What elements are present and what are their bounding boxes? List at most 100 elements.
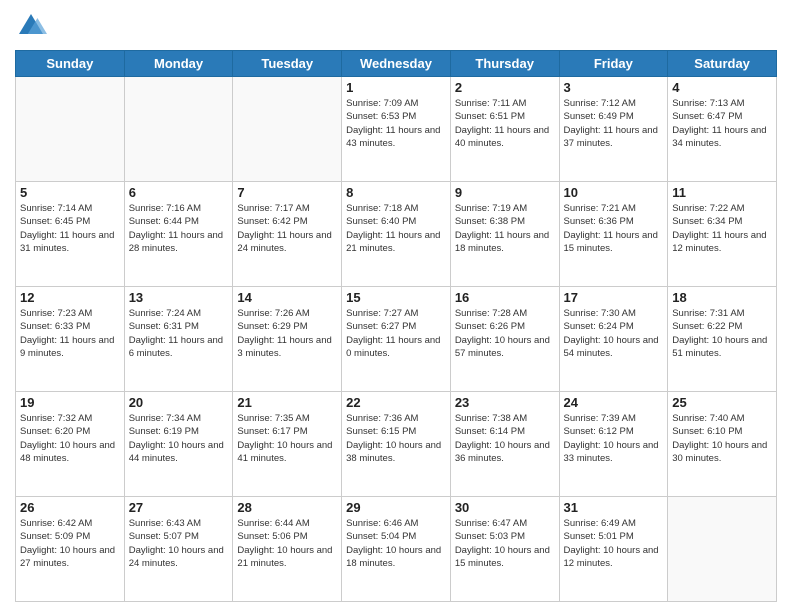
day-cell: 22 Sunrise: 7:36 AMSunset: 6:15 PMDayligh…	[342, 392, 451, 497]
day-cell: 7 Sunrise: 7:17 AMSunset: 6:42 PMDaylight…	[233, 182, 342, 287]
week-row-5: 26 Sunrise: 6:42 AMSunset: 5:09 PMDayligh…	[16, 497, 777, 602]
day-cell: 11 Sunrise: 7:22 AMSunset: 6:34 PMDayligh…	[668, 182, 777, 287]
day-info: Sunrise: 7:40 AMSunset: 6:10 PMDaylight:…	[672, 412, 772, 465]
day-number: 6	[129, 185, 229, 200]
day-cell: 17Sunrise: 7:30 AMSunset: 6:24 PMDayligh…	[559, 287, 668, 392]
day-cell: 1 Sunrise: 7:09 AMSunset: 6:53 PMDaylight…	[342, 77, 451, 182]
day-info: Sunrise: 6:46 AMSunset: 5:04 PMDaylight:…	[346, 517, 446, 570]
day-number: 13	[129, 290, 229, 305]
logo-icon	[15, 10, 47, 42]
day-number: 20	[129, 395, 229, 410]
day-info: Sunrise: 6:44 AMSunset: 5:06 PMDaylight:…	[237, 517, 337, 570]
day-cell: 9 Sunrise: 7:19 AMSunset: 6:38 PMDaylight…	[450, 182, 559, 287]
day-number: 24	[564, 395, 664, 410]
day-cell: 6Sunrise: 7:16 AMSunset: 6:44 PMDaylight…	[124, 182, 233, 287]
day-info: Sunrise: 7:31 AMSunset: 6:22 PMDaylight:…	[672, 307, 772, 360]
day-cell	[668, 497, 777, 602]
day-number: 21	[237, 395, 337, 410]
day-info: Sunrise: 7:14 AMSunset: 6:45 PMDaylight:…	[20, 202, 120, 255]
day-cell: 18Sunrise: 7:31 AMSunset: 6:22 PMDayligh…	[668, 287, 777, 392]
day-info: Sunrise: 7:13 AMSunset: 6:47 PMDaylight:…	[672, 97, 772, 150]
header	[15, 10, 777, 42]
day-info: Sunrise: 7:19 AMSunset: 6:38 PMDaylight:…	[455, 202, 555, 255]
day-number: 11	[672, 185, 772, 200]
day-number: 26	[20, 500, 120, 515]
day-info: Sunrise: 7:12 AMSunset: 6:49 PMDaylight:…	[564, 97, 664, 150]
day-info: Sunrise: 7:21 AMSunset: 6:36 PMDaylight:…	[564, 202, 664, 255]
day-info: Sunrise: 7:38 AMSunset: 6:14 PMDaylight:…	[455, 412, 555, 465]
day-info: Sunrise: 7:23 AMSunset: 6:33 PMDaylight:…	[20, 307, 120, 360]
day-info: Sunrise: 7:34 AMSunset: 6:19 PMDaylight:…	[129, 412, 229, 465]
week-row-4: 19 Sunrise: 7:32 AMSunset: 6:20 PMDayligh…	[16, 392, 777, 497]
weekday-header-sunday: Sunday	[16, 51, 125, 77]
day-number: 2	[455, 80, 555, 95]
day-number: 19	[20, 395, 120, 410]
weekday-header-row: SundayMondayTuesdayWednesdayThursdayFrid…	[16, 51, 777, 77]
week-row-1: 1 Sunrise: 7:09 AMSunset: 6:53 PMDaylight…	[16, 77, 777, 182]
day-info: Sunrise: 7:30 AMSunset: 6:24 PMDaylight:…	[564, 307, 664, 360]
week-row-2: 5Sunrise: 7:14 AMSunset: 6:45 PMDaylight…	[16, 182, 777, 287]
day-info: Sunrise: 6:49 AMSunset: 5:01 PMDaylight:…	[564, 517, 664, 570]
day-cell: 14 Sunrise: 7:26 AMSunset: 6:29 PMDayligh…	[233, 287, 342, 392]
day-cell: 20 Sunrise: 7:34 AMSunset: 6:19 PMDayligh…	[124, 392, 233, 497]
weekday-header-thursday: Thursday	[450, 51, 559, 77]
day-cell: 10 Sunrise: 7:21 AMSunset: 6:36 PMDayligh…	[559, 182, 668, 287]
weekday-header-tuesday: Tuesday	[233, 51, 342, 77]
day-number: 16	[455, 290, 555, 305]
day-info: Sunrise: 7:26 AMSunset: 6:29 PMDaylight:…	[237, 307, 337, 360]
day-info: Sunrise: 7:17 AMSunset: 6:42 PMDaylight:…	[237, 202, 337, 255]
day-cell: 25 Sunrise: 7:40 AMSunset: 6:10 PMDayligh…	[668, 392, 777, 497]
day-number: 3	[564, 80, 664, 95]
weekday-header-friday: Friday	[559, 51, 668, 77]
day-cell: 29 Sunrise: 6:46 AMSunset: 5:04 PMDayligh…	[342, 497, 451, 602]
day-number: 7	[237, 185, 337, 200]
day-number: 22	[346, 395, 446, 410]
day-cell	[233, 77, 342, 182]
day-number: 1	[346, 80, 446, 95]
day-number: 9	[455, 185, 555, 200]
day-cell: 27 Sunrise: 6:43 AMSunset: 5:07 PMDayligh…	[124, 497, 233, 602]
day-number: 23	[455, 395, 555, 410]
day-info: Sunrise: 7:09 AMSunset: 6:53 PMDaylight:…	[346, 97, 446, 150]
day-number: 27	[129, 500, 229, 515]
day-info: Sunrise: 7:36 AMSunset: 6:15 PMDaylight:…	[346, 412, 446, 465]
day-cell: 5Sunrise: 7:14 AMSunset: 6:45 PMDaylight…	[16, 182, 125, 287]
day-number: 28	[237, 500, 337, 515]
page: SundayMondayTuesdayWednesdayThursdayFrid…	[0, 0, 792, 612]
day-cell: 13 Sunrise: 7:24 AMSunset: 6:31 PMDayligh…	[124, 287, 233, 392]
day-cell: 31 Sunrise: 6:49 AMSunset: 5:01 PMDayligh…	[559, 497, 668, 602]
calendar-table: SundayMondayTuesdayWednesdayThursdayFrid…	[15, 50, 777, 602]
weekday-header-saturday: Saturday	[668, 51, 777, 77]
day-info: Sunrise: 7:32 AMSunset: 6:20 PMDaylight:…	[20, 412, 120, 465]
day-cell: 28 Sunrise: 6:44 AMSunset: 5:06 PMDayligh…	[233, 497, 342, 602]
day-cell: 30Sunrise: 6:47 AMSunset: 5:03 PMDayligh…	[450, 497, 559, 602]
day-cell: 4 Sunrise: 7:13 AMSunset: 6:47 PMDaylight…	[668, 77, 777, 182]
day-number: 30	[455, 500, 555, 515]
day-info: Sunrise: 7:24 AMSunset: 6:31 PMDaylight:…	[129, 307, 229, 360]
day-number: 12	[20, 290, 120, 305]
day-info: Sunrise: 7:22 AMSunset: 6:34 PMDaylight:…	[672, 202, 772, 255]
day-info: Sunrise: 6:42 AMSunset: 5:09 PMDaylight:…	[20, 517, 120, 570]
day-number: 25	[672, 395, 772, 410]
day-cell: 21 Sunrise: 7:35 AMSunset: 6:17 PMDayligh…	[233, 392, 342, 497]
day-number: 14	[237, 290, 337, 305]
logo	[15, 10, 51, 42]
day-number: 8	[346, 185, 446, 200]
day-cell: 8Sunrise: 7:18 AMSunset: 6:40 PMDaylight…	[342, 182, 451, 287]
day-cell	[124, 77, 233, 182]
day-cell: 15 Sunrise: 7:27 AMSunset: 6:27 PMDayligh…	[342, 287, 451, 392]
day-number: 29	[346, 500, 446, 515]
day-info: Sunrise: 7:27 AMSunset: 6:27 PMDaylight:…	[346, 307, 446, 360]
day-number: 15	[346, 290, 446, 305]
day-number: 31	[564, 500, 664, 515]
day-info: Sunrise: 7:35 AMSunset: 6:17 PMDaylight:…	[237, 412, 337, 465]
day-number: 10	[564, 185, 664, 200]
day-cell: 23 Sunrise: 7:38 AMSunset: 6:14 PMDayligh…	[450, 392, 559, 497]
day-info: Sunrise: 7:11 AMSunset: 6:51 PMDaylight:…	[455, 97, 555, 150]
day-cell: 26 Sunrise: 6:42 AMSunset: 5:09 PMDayligh…	[16, 497, 125, 602]
day-info: Sunrise: 6:43 AMSunset: 5:07 PMDaylight:…	[129, 517, 229, 570]
day-info: Sunrise: 7:39 AMSunset: 6:12 PMDaylight:…	[564, 412, 664, 465]
day-number: 4	[672, 80, 772, 95]
day-cell: 3 Sunrise: 7:12 AMSunset: 6:49 PMDaylight…	[559, 77, 668, 182]
day-cell: 16Sunrise: 7:28 AMSunset: 6:26 PMDayligh…	[450, 287, 559, 392]
